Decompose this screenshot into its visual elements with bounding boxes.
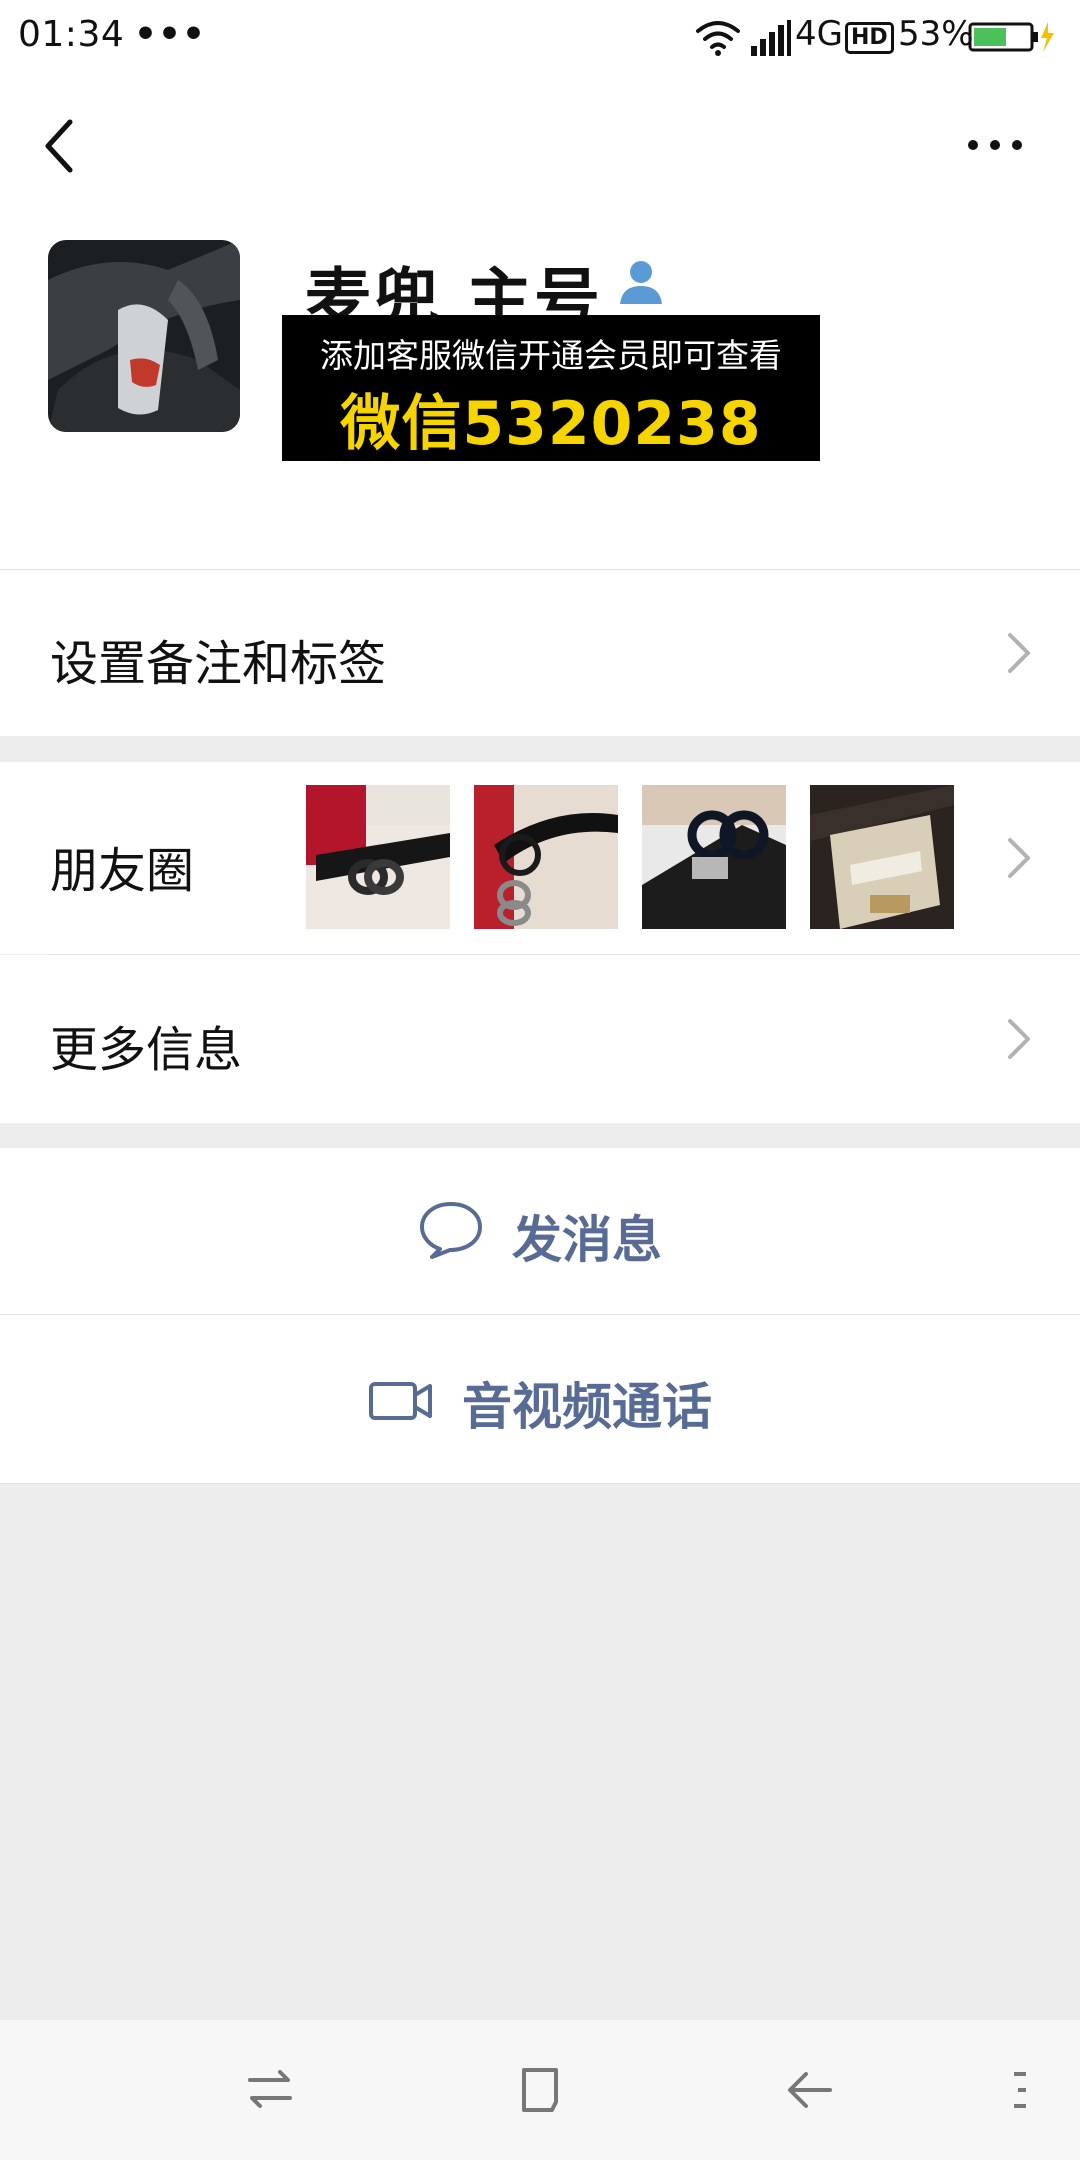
menu-icon[interactable]	[1010, 2068, 1030, 2112]
chevron-right-icon	[1008, 633, 1030, 673]
battery-icon	[968, 22, 1054, 52]
row-moments-label: 朋友圈	[50, 843, 195, 899]
signal-icon	[751, 20, 791, 56]
wifi-icon	[696, 21, 740, 56]
home-square-icon[interactable]	[516, 2066, 564, 2114]
system-nav-bar	[0, 2020, 1080, 2160]
avatar-photo	[48, 240, 240, 432]
row-more-info-label: 更多信息	[50, 1022, 243, 1078]
moments-thumbnail	[642, 785, 786, 929]
send-message-button[interactable]: 发消息	[0, 1148, 1080, 1314]
status-bar: 01:34 ••• 4G HD 53%	[0, 0, 1080, 72]
divider	[0, 1483, 1080, 1484]
av-call-label: 音视频通话	[462, 1378, 712, 1436]
belt-photo-icon	[810, 785, 954, 929]
back-arrow-icon[interactable]	[786, 2066, 834, 2114]
status-notification-dots: •••	[134, 14, 207, 55]
status-time: 01:34	[18, 14, 125, 55]
moments-thumbnail	[306, 785, 450, 929]
belt-photo-icon	[306, 785, 450, 929]
row-more-info[interactable]: 更多信息	[0, 955, 1080, 1123]
moments-thumbnail	[810, 785, 954, 929]
send-message-label: 发消息	[512, 1211, 662, 1269]
video-camera-icon	[369, 1382, 432, 1420]
status-battery-percent: 53%	[898, 14, 974, 54]
chat-bubble-icon	[420, 1202, 482, 1259]
row-set-remark-label: 设置备注和标签	[50, 636, 387, 692]
promo-overlay-line2: 微信5320238	[340, 389, 762, 459]
status-hd-badge: HD	[845, 22, 894, 54]
contact-person-icon	[620, 261, 662, 304]
back-arrow-icon[interactable]	[40, 118, 80, 174]
avatar[interactable]	[48, 240, 240, 432]
row-set-remark[interactable]: 设置备注和标签	[0, 570, 1080, 736]
chevron-right-icon	[1008, 1019, 1030, 1059]
belt-photo-icon	[642, 785, 786, 929]
belt-photo-icon	[474, 785, 618, 929]
status-network-type: 4G	[795, 14, 843, 54]
promo-overlay-line1: 添加客服微信开通会员即可查看	[320, 336, 782, 375]
promo-overlay: 添加客服微信开通会员即可查看 微信5320238	[282, 315, 820, 461]
chevron-right-icon	[1008, 838, 1030, 878]
switch-apps-icon[interactable]	[246, 2066, 294, 2112]
av-call-button[interactable]: 音视频通话	[0, 1315, 1080, 1483]
more-dots-icon[interactable]	[965, 135, 1025, 155]
moments-thumbnail	[474, 785, 618, 929]
